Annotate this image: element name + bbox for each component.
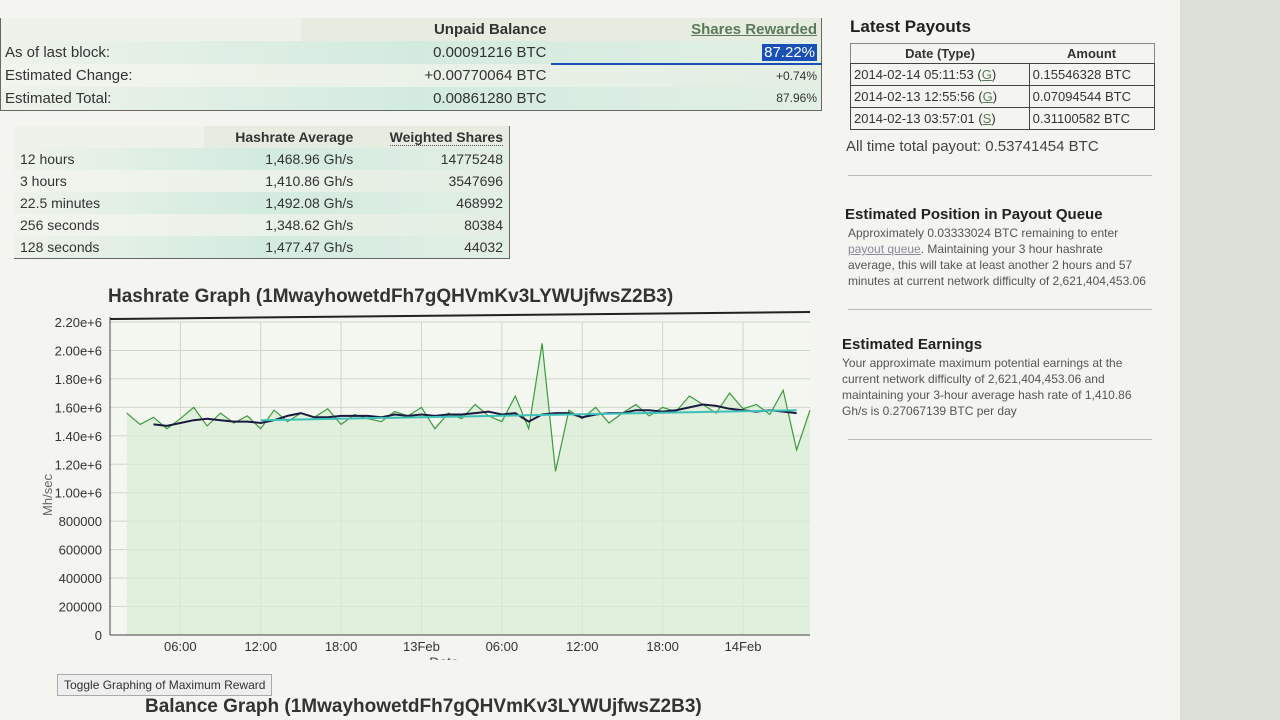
sidebar: Latest Payouts Date (Type) Amount 2014-02… bbox=[840, 15, 1160, 470]
unpaid-balance-header: Unpaid Balance bbox=[300, 18, 551, 41]
queue-text: Approximately 0.03333024 BTC remaining t… bbox=[848, 226, 1146, 288]
hashrate-avg: 1,492.08 Gh/s bbox=[265, 195, 354, 211]
y-tick-label: 2.20e+6 bbox=[55, 315, 102, 330]
y-tick-label: 1.20e+6 bbox=[55, 457, 102, 472]
hashrate-row: 128 seconds 1,477.47 Gh/s 44032 bbox=[14, 236, 510, 258]
x-tick-label: 12:00 bbox=[244, 639, 277, 654]
balance-row: As of last block: 0.00091216 BTC 87.22% bbox=[0, 41, 822, 65]
hashrate-chart-svg: 0 200000 400000 600000 800000 1.00e+6 1.20e+6 1… bbox=[40, 311, 811, 660]
payout-amount: 0.31100582 BTC bbox=[1028, 107, 1156, 130]
x-tick-label: 14Feb bbox=[725, 639, 762, 654]
payout-queue-link[interactable]: payout queue bbox=[848, 242, 921, 256]
y-tick-label: 0 bbox=[95, 628, 102, 643]
payout-type-link[interactable]: G bbox=[983, 89, 993, 104]
toggle-max-reward-button[interactable]: Toggle Graphing of Maximum Reward bbox=[57, 674, 273, 696]
payout-row: 2014-02-13 12:55:56 (G) 0.07094544 BTC bbox=[850, 85, 1156, 108]
divider bbox=[848, 309, 1152, 310]
hashrate-avg: 1,468.96 Gh/s bbox=[265, 151, 354, 167]
balance-row: Estimated Change: +0.00770064 BTC +0.74% bbox=[0, 64, 822, 87]
payout-date: 2014-02-13 12:55:56 (G) bbox=[850, 85, 1030, 108]
screen-edge bbox=[1180, 0, 1280, 720]
hashrate-shares: 3547696 bbox=[448, 173, 503, 189]
hashrate-average-header: Hashrate Average bbox=[204, 126, 360, 148]
hashrate-avg: 1,348.62 Gh/s bbox=[265, 217, 354, 233]
all-time-total: All time total payout: 0.53741454 BTC bbox=[846, 138, 1099, 155]
balance-graph-title: Balance Graph (1MwayhowetdFh7gQHVmKv3LYW… bbox=[145, 696, 702, 717]
hashrate-period: 12 hours bbox=[20, 151, 75, 167]
payout-type-link[interactable]: G bbox=[982, 67, 992, 82]
weighted-shares-header: Weighted Shares bbox=[359, 126, 510, 148]
payout-row: 2014-02-13 03:57:01 (S) 0.31100582 BTC bbox=[850, 107, 1156, 130]
balance-row: Estimated Total: 0.00861280 BTC 87.96% bbox=[0, 87, 822, 110]
y-axis-label: Mh/sec bbox=[40, 474, 55, 516]
earnings-text: Your approximate maximum potential earni… bbox=[842, 356, 1132, 418]
hashrate-shares: 80384 bbox=[464, 217, 503, 233]
y-tick-label: 1.40e+6 bbox=[55, 429, 102, 444]
hashrate-period: 256 seconds bbox=[20, 217, 100, 233]
hashrate-period: 128 seconds bbox=[20, 238, 100, 255]
payout-amount: 0.07094544 BTC bbox=[1028, 85, 1156, 108]
pool-stats-page: Unpaid Balance Shares Rewarded As of last… bbox=[0, 0, 1180, 720]
x-axis-label: Date bbox=[429, 654, 459, 660]
latest-payouts-title: Latest Payouts bbox=[850, 17, 971, 36]
hashrate-row: 256 seconds 1,348.62 Gh/s 80384 bbox=[14, 214, 510, 236]
hashrate-row: 22.5 minutes 1,492.08 Gh/s 468992 bbox=[14, 192, 510, 214]
y-tick-label: 1.80e+6 bbox=[55, 372, 102, 387]
payout-amount: 0.15546328 BTC bbox=[1028, 63, 1156, 86]
hashrate-row: 12 hours 1,468.96 Gh/s 14775248 bbox=[14, 148, 510, 170]
hashrate-shares: 14775248 bbox=[440, 151, 503, 167]
hashrate-table: Hashrate Average Weighted Shares 12 hours… bbox=[14, 126, 510, 259]
divider bbox=[848, 175, 1152, 176]
queue-title: Estimated Position in Payout Queue bbox=[845, 206, 1103, 223]
payout-date: 2014-02-13 03:57:01 (S) bbox=[850, 107, 1030, 130]
shares-rewarded-header[interactable]: Shares Rewarded bbox=[550, 18, 822, 41]
y-tick-label: 600000 bbox=[59, 543, 102, 558]
hashrate-shares: 468992 bbox=[456, 195, 503, 211]
earnings-title: Estimated Earnings bbox=[842, 336, 983, 353]
hashrate-period: 3 hours bbox=[20, 173, 67, 189]
payouts-table: Date (Type) Amount 2014-02-14 05:11:53 (G… bbox=[850, 43, 1156, 130]
hashrate-shares: 44032 bbox=[464, 238, 503, 255]
title-rule bbox=[109, 311, 811, 320]
x-tick-label: 12:00 bbox=[566, 639, 599, 654]
hashrate-row: 3 hours 1,410.86 Gh/s 3547696 bbox=[14, 170, 510, 192]
y-tick-label: 400000 bbox=[59, 571, 102, 586]
hashrate-graph: Hashrate Graph (1MwayhowetdFh7gQHVmKv3LY… bbox=[0, 280, 830, 660]
x-tick-label: 18:00 bbox=[646, 639, 679, 654]
y-tick-label: 200000 bbox=[59, 600, 102, 615]
y-tick-label: 1.60e+6 bbox=[55, 400, 102, 415]
divider bbox=[848, 439, 1152, 440]
x-tick-label: 06:00 bbox=[164, 639, 197, 654]
y-tick-label: 2.00e+6 bbox=[55, 343, 102, 358]
x-tick-label: 06:00 bbox=[486, 639, 519, 654]
y-tick-label: 1.00e+6 bbox=[55, 486, 102, 501]
selected-percent: 87.22% bbox=[762, 43, 817, 61]
y-tick-label: 800000 bbox=[59, 514, 102, 529]
hashrate-avg: 1,410.86 Gh/s bbox=[265, 173, 354, 189]
payout-date: 2014-02-14 05:11:53 (G) bbox=[850, 63, 1030, 86]
hashrate-period: 22.5 minutes bbox=[20, 195, 101, 211]
payout-type-link[interactable]: S bbox=[983, 111, 992, 126]
x-tick-label: 13Feb bbox=[403, 639, 440, 654]
hashrate-avg: 1,477.47 Gh/s bbox=[265, 238, 354, 255]
payout-row: 2014-02-14 05:11:53 (G) 0.15546328 BTC bbox=[850, 63, 1156, 86]
balance-table: Unpaid Balance Shares Rewarded As of last… bbox=[0, 18, 822, 111]
x-tick-label: 18:00 bbox=[325, 639, 358, 654]
